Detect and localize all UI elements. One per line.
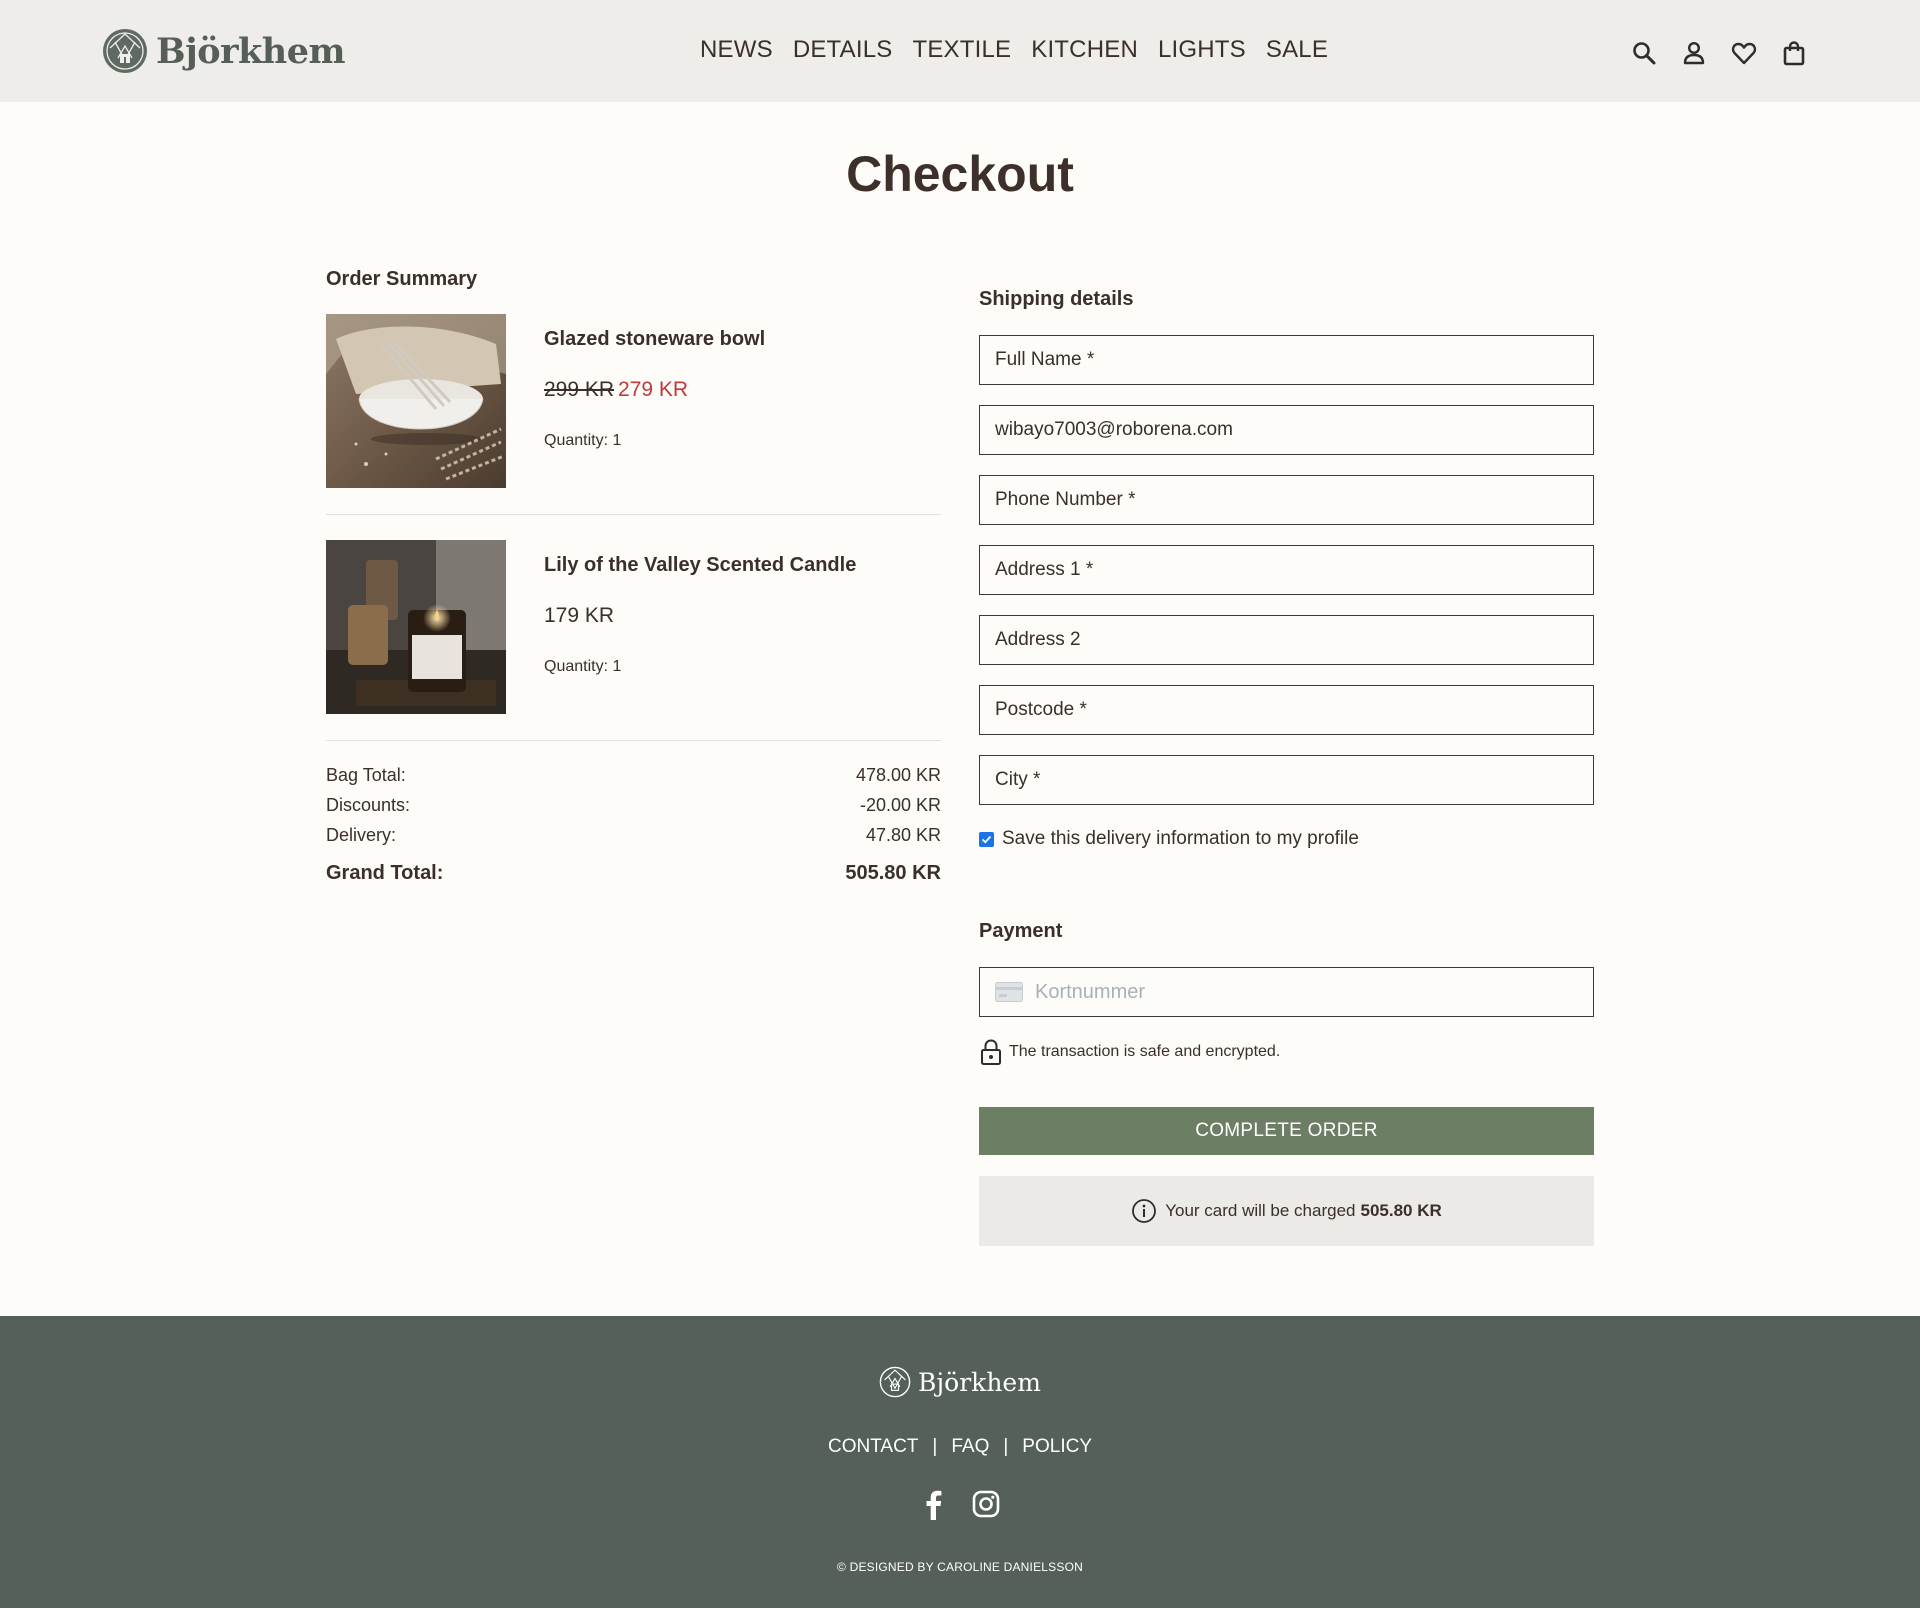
charge-text: Your card will be charged [1165, 1201, 1356, 1220]
user-icon[interactable] [1680, 39, 1708, 67]
grand-total-label: Grand Total: [326, 861, 444, 884]
grand-total-value: 505.80 KR [845, 861, 941, 884]
nav-news[interactable]: NEWS [700, 36, 773, 64]
brand-name: Björkhem [156, 30, 346, 72]
nav-sale[interactable]: SALE [1266, 36, 1328, 64]
order-summary-heading: Order Summary [326, 268, 478, 290]
footer-brand-name: Björkhem [918, 1367, 1041, 1397]
card-number-placeholder: Kortnummer [1035, 980, 1146, 1003]
item-price: 179 KR [544, 604, 614, 628]
card-number-input[interactable]: Kortnummer [979, 967, 1594, 1017]
item-quantity: Quantity: 1 [544, 658, 622, 675]
heart-icon[interactable] [1730, 39, 1758, 67]
item-name[interactable]: Glazed stoneware bowl [544, 328, 765, 351]
full-name-placeholder: Full Name * [995, 349, 1095, 370]
footer-social [0, 1488, 1920, 1520]
logo-mark-icon [879, 1366, 911, 1398]
bag-icon[interactable] [1780, 39, 1808, 67]
logo-mark-icon [103, 29, 147, 73]
main-nav: NEWS DETAILS TEXTILE KITCHEN LIGHTS SALE [700, 36, 1328, 64]
footer-separator: | [932, 1436, 938, 1457]
nav-kitchen[interactable]: KITCHEN [1031, 36, 1138, 64]
sale-price: 279 KR [618, 378, 689, 401]
save-info-row: Save this delivery information to my pro… [979, 828, 1359, 850]
discount-label: Discounts: [326, 794, 411, 815]
footer-separator: | [1003, 1436, 1009, 1457]
shipping-heading: Shipping details [979, 288, 1134, 310]
item-price: 299 KR 279 KR [544, 378, 688, 402]
footer-link-faq[interactable]: FAQ [951, 1436, 989, 1458]
nav-textile[interactable]: TEXTILE [912, 36, 1011, 64]
address2-field[interactable]: Address 2 [979, 615, 1594, 665]
site-header: Björkhem NEWS DETAILS TEXTILE KITCHEN LI… [0, 0, 1920, 102]
footer-links: CONTACT | FAQ | POLICY [0, 1436, 1920, 1458]
discount-row: Discounts: -20.00 KR [326, 790, 941, 820]
info-icon [1132, 1199, 1157, 1223]
delivery-label: Delivery: [326, 824, 397, 845]
facebook-icon[interactable] [919, 1488, 949, 1520]
footer-logo[interactable]: Björkhem [0, 1366, 1920, 1398]
email-value: wibayo7003@roborena.com [995, 419, 1233, 440]
city-placeholder: City * [995, 769, 1041, 790]
phone-field[interactable]: Phone Number * [979, 475, 1594, 525]
original-price: 299 KR [544, 378, 615, 401]
regular-price: 179 KR [544, 604, 615, 627]
city-field[interactable]: City * [979, 755, 1594, 805]
delivery-row: Delivery: 47.80 KR [326, 820, 941, 850]
order-item: Glazed stoneware bowl 299 KR 279 KR Quant… [326, 314, 941, 515]
complete-order-button[interactable]: COMPLETE ORDER [979, 1107, 1594, 1155]
check-icon [981, 835, 992, 843]
phone-placeholder: Phone Number * [995, 489, 1136, 510]
email-field[interactable]: wibayo7003@roborena.com [979, 405, 1594, 455]
footer-copyright: © DESIGNED BY CAROLINE DANIELSSON [837, 1560, 1083, 1574]
charge-amount: 505.80 KR [1360, 1201, 1442, 1220]
bag-total-value: 478.00 KR [855, 764, 941, 785]
order-totals: Bag Total: 478.00 KR Discounts: -20.00 K… [326, 760, 941, 888]
site-footer: Björkhem CONTACT | FAQ | POLICY © DESIGN… [0, 1316, 1920, 1608]
payment-heading: Payment [979, 920, 1063, 942]
header-icons [1630, 39, 1808, 67]
bag-total-label: Bag Total: [326, 764, 406, 785]
grand-total-row: Grand Total: 505.80 KR [326, 858, 941, 888]
bag-total-row: Bag Total: 478.00 KR [326, 760, 941, 790]
charge-notice: Your card will be charged 505.80 KR [979, 1176, 1594, 1246]
candle-product-image[interactable] [326, 540, 506, 714]
nav-details[interactable]: DETAILS [793, 36, 893, 64]
page-title: Checkout [846, 146, 1074, 202]
address1-placeholder: Address 1 * [995, 559, 1094, 580]
secure-text: The transaction is safe and encrypted. [1009, 1043, 1281, 1060]
bowl-product-image[interactable] [326, 314, 506, 488]
secure-notice: The transaction is safe and encrypted. [979, 1038, 1280, 1066]
search-icon[interactable] [1630, 39, 1658, 67]
postcode-field[interactable]: Postcode * [979, 685, 1594, 735]
credit-card-icon [995, 982, 1023, 1002]
save-info-label[interactable]: Save this delivery information to my pro… [1002, 828, 1359, 850]
delivery-value: 47.80 KR [865, 824, 941, 845]
address2-placeholder: Address 2 [995, 629, 1081, 650]
brand-logo[interactable]: Björkhem [102, 28, 346, 74]
instagram-icon[interactable] [971, 1488, 1001, 1520]
lock-icon [981, 1039, 1001, 1065]
order-item: Lily of the Valley Scented Candle 179 KR… [326, 540, 941, 741]
address1-field[interactable]: Address 1 * [979, 545, 1594, 595]
nav-lights[interactable]: LIGHTS [1158, 36, 1246, 64]
save-info-checkbox[interactable] [979, 831, 994, 847]
item-name[interactable]: Lily of the Valley Scented Candle [544, 554, 856, 577]
footer-link-policy[interactable]: POLICY [1022, 1436, 1092, 1458]
full-name-field[interactable]: Full Name * [979, 335, 1594, 385]
postcode-placeholder: Postcode * [995, 699, 1087, 720]
item-quantity: Quantity: 1 [544, 432, 622, 449]
discount-value: -20.00 KR [859, 794, 941, 815]
footer-link-contact[interactable]: CONTACT [828, 1436, 918, 1458]
